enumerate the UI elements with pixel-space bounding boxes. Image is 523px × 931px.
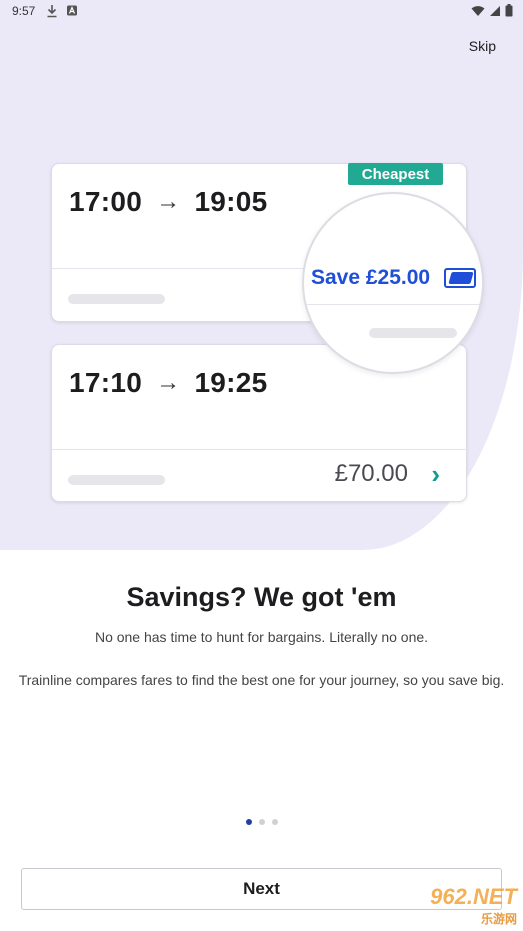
watermark-brand: 962.NET [430,884,517,909]
page-dot-2 [258,819,265,825]
cell-signal-icon [490,5,500,16]
placeholder-bar [369,328,457,338]
magnifier-callout: Save £25.00 [302,192,484,374]
watermark-sub: 乐游网 [480,912,517,926]
arrow-right-icon: → [156,369,181,396]
page-title: Savings? We got 'em [126,582,397,612]
arrow-right-icon: → [156,188,181,215]
journey-1-times: 17:00 → 19:05 [69,186,268,218]
railcard-icon [444,268,476,288]
page-dot-1 [245,819,252,825]
journey-1-depart: 17:00 [69,186,143,217]
journey-2-depart: 17:10 [69,367,143,398]
watermark-logo: 962.NET 乐游网 [430,884,517,927]
app-notification-icon [67,5,77,16]
status-right-group [471,4,513,17]
save-amount: Save £25.00 [311,266,431,289]
status-bar: 9:57 [0,0,523,24]
placeholder-bar [68,475,165,485]
card-divider [52,449,466,450]
description-line-2: Trainline compares fares to find the bes… [18,672,505,688]
journey-1-arrive: 19:05 [194,186,268,217]
battery-icon [505,4,513,17]
download-icon [47,5,57,18]
status-time: 9:57 [12,4,36,18]
wifi-icon [471,5,485,16]
description-line-1: No one has time to hunt for bargains. Li… [94,629,429,645]
page-dot-3 [271,819,278,825]
page-indicator [0,819,523,825]
magnifier-divider [304,304,482,305]
placeholder-bar [68,294,165,304]
skip-button[interactable]: Skip [469,38,496,54]
journey-2-arrive: 19:25 [194,367,268,398]
cheapest-badge: Cheapest [348,163,443,185]
chevron-right-icon: › [431,459,440,489]
journey-2-times: 17:10 → 19:25 [69,367,268,399]
journey-2-price: £70.00 [334,460,408,487]
